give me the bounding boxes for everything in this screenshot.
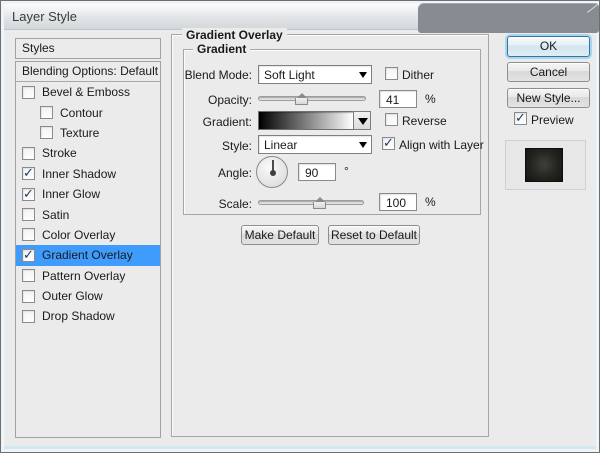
inner-shadow-checkbox[interactable] [22, 167, 35, 180]
sidebar-item-label: Satin [42, 208, 69, 222]
sidebar-item-label: Gradient Overlay [42, 248, 133, 262]
styles-header-box: Styles [15, 38, 161, 59]
chevron-down-icon [359, 142, 367, 148]
sidebar-item-stroke[interactable]: Stroke [16, 143, 160, 163]
satin-checkbox[interactable] [22, 208, 35, 221]
opacity-slider-track[interactable] [258, 96, 366, 101]
sidebar-item-label: Drop Shadow [42, 309, 115, 323]
color-overlay-checkbox[interactable] [22, 228, 35, 241]
style-value: Linear [264, 138, 297, 152]
styles-header-label: Styles [22, 41, 55, 55]
dither-checkbox[interactable] [385, 67, 398, 80]
styles-list: Blending Options: Default Bevel & Emboss… [15, 61, 161, 438]
opacity-slider-thumb[interactable] [295, 94, 308, 105]
new-style-button[interactable]: New Style... [507, 88, 590, 108]
cancel-button[interactable]: Cancel [507, 62, 590, 82]
preview-thumbnail [525, 148, 563, 182]
sidebar-item-inner-glow[interactable]: Inner Glow [16, 184, 160, 204]
scale-slider[interactable] [258, 197, 364, 209]
bevel-emboss-checkbox[interactable] [22, 86, 35, 99]
style-label: Style: [222, 139, 252, 153]
group-title: Gradient [193, 42, 250, 56]
opacity-unit: % [425, 92, 436, 106]
scale-slider-track[interactable] [258, 200, 364, 205]
sidebar-item-contour[interactable]: Contour [16, 102, 160, 122]
overlapping-gray-panel [418, 3, 599, 33]
angle-input[interactable]: 90 [298, 163, 336, 181]
reset-to-default-button[interactable]: Reset to Default [328, 225, 420, 245]
blend-mode-value: Soft Light [264, 68, 315, 82]
angle-unit: ° [344, 164, 349, 178]
sidebar-item-gradient-overlay[interactable]: Gradient Overlay [16, 245, 160, 265]
preview-thumbnail-box [505, 140, 586, 190]
sidebar-item-inner-shadow[interactable]: Inner Shadow [16, 164, 160, 184]
outer-glow-checkbox[interactable] [22, 290, 35, 303]
sidebar-item-label: Texture [60, 126, 99, 140]
sidebar-item-bevel-emboss[interactable]: Bevel & Emboss [16, 82, 160, 102]
gradient-label: Gradient: [203, 115, 252, 129]
reverse-label: Reverse [402, 114, 447, 128]
inner-glow-checkbox[interactable] [22, 188, 35, 201]
preview-checkbox[interactable] [514, 112, 527, 125]
sidebar-item-label: Outer Glow [42, 289, 103, 303]
dither-label: Dither [402, 68, 434, 82]
sidebar-item-outer-glow[interactable]: Outer Glow [16, 286, 160, 306]
dialog-title: Layer Style [12, 9, 77, 24]
scale-input[interactable]: 100 [379, 193, 417, 211]
sidebar-item-label: Bevel & Emboss [42, 85, 130, 99]
sidebar-item-label: Inner Glow [42, 187, 100, 201]
blend-mode-label: Blend Mode: [185, 68, 252, 82]
align-with-layer-label: Align with Layer [399, 138, 484, 152]
panel-title: Gradient Overlay [182, 28, 287, 42]
sidebar-item-label: Inner Shadow [42, 167, 116, 181]
chevron-down-icon [359, 72, 367, 78]
angle-dial-hub [270, 170, 276, 176]
angle-dial[interactable] [256, 156, 288, 188]
make-default-button[interactable]: Make Default [241, 225, 319, 245]
blend-mode-select[interactable]: Soft Light [258, 65, 372, 84]
reverse-checkbox[interactable] [385, 113, 398, 126]
gradient-overlay-checkbox[interactable] [22, 249, 35, 262]
sidebar-item-drop-shadow[interactable]: Drop Shadow [16, 306, 160, 326]
align-with-layer-checkbox[interactable] [382, 137, 395, 150]
opacity-label: Opacity: [208, 93, 252, 107]
stroke-checkbox[interactable] [22, 147, 35, 160]
contour-checkbox[interactable] [40, 106, 53, 119]
sidebar-item-satin[interactable]: Satin [16, 204, 160, 224]
sidebar-item-label: Contour [60, 106, 103, 120]
scale-label: Scale: [219, 197, 252, 211]
ok-button[interactable]: OK [507, 36, 590, 57]
sidebar-item-color-overlay[interactable]: Color Overlay [16, 225, 160, 245]
gradient-swatch[interactable] [258, 111, 354, 130]
sidebar-item-label: Color Overlay [42, 228, 115, 242]
pattern-overlay-checkbox[interactable] [22, 269, 35, 282]
sidebar-item-label: Pattern Overlay [42, 269, 125, 283]
sidebar-item-label: Stroke [42, 146, 77, 160]
layer-style-dialog: Layer Style Styles Blending Options: Def… [0, 0, 600, 453]
sidebar-item-blending-options[interactable]: Blending Options: Default [16, 62, 160, 82]
opacity-slider[interactable] [258, 93, 366, 105]
scale-slider-thumb[interactable] [313, 198, 326, 209]
angle-label: Angle: [218, 166, 252, 180]
preview-label: Preview [531, 113, 574, 127]
gradient-picker-arrow-button[interactable] [353, 111, 371, 130]
sidebar-item-pattern-overlay[interactable]: Pattern Overlay [16, 266, 160, 286]
style-select[interactable]: Linear [258, 135, 372, 154]
drop-shadow-checkbox[interactable] [22, 310, 35, 323]
scale-unit: % [425, 195, 436, 209]
sidebar-item-texture[interactable]: Texture [16, 123, 160, 143]
opacity-input[interactable]: 41 [379, 90, 417, 108]
texture-checkbox[interactable] [40, 126, 53, 139]
